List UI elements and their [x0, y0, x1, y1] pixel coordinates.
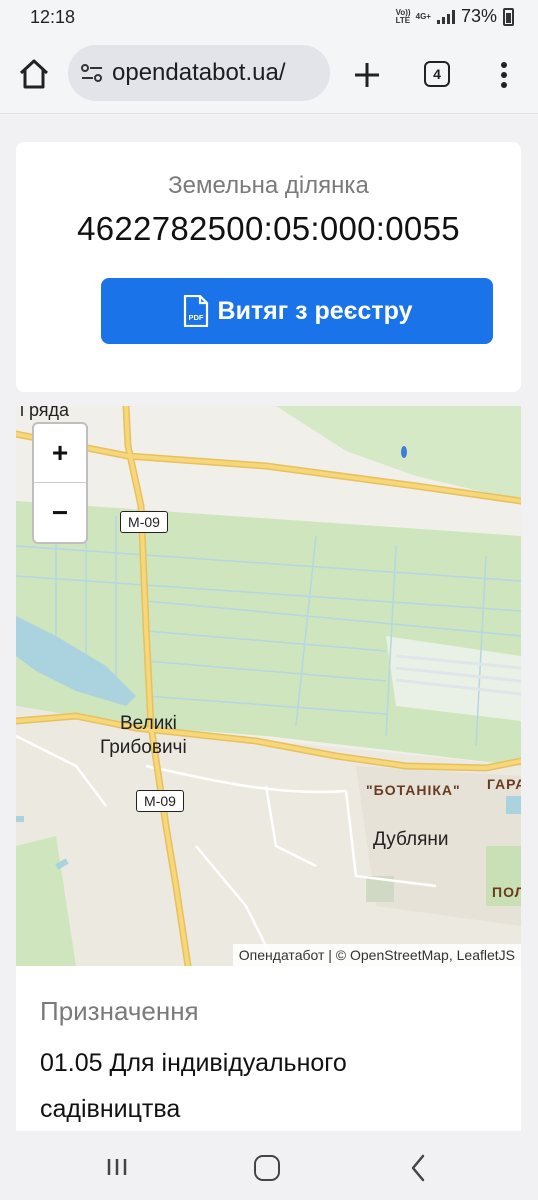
system-navigation-bar [0, 1131, 538, 1200]
map-label-town: Дубляни [373, 829, 449, 850]
zoom-control: + − [32, 422, 88, 544]
map-label-edge-2: ПОЛ [492, 884, 521, 900]
plus-icon [355, 63, 379, 87]
signal-icon [436, 9, 455, 24]
parcel-map[interactable]: + − і ряда M-09 Великі Грибовичі M-09 "Б… [16, 406, 521, 966]
battery-icon [503, 7, 514, 26]
status-bar: 12:18 Vo)) LTE 4G+ 73% [0, 0, 538, 36]
registry-extract-label: Витяг з реєстру [217, 296, 413, 325]
back-icon[interactable] [408, 1153, 428, 1183]
status-icons: Vo)) LTE 4G+ 73% [396, 6, 514, 27]
new-tab-button[interactable] [348, 56, 386, 94]
map-attribution[interactable]: Опендатабот | © OpenStreetMap, LeafletJS [232, 944, 521, 966]
purpose-section: Призначення 01.05 Для індивідуального са… [16, 966, 521, 1131]
home-button[interactable] [16, 56, 52, 92]
road-shield-m09-south: M-09 [136, 790, 184, 812]
purpose-title: Призначення [40, 996, 199, 1026]
url-text[interactable]: opendatabot.ua/ [112, 59, 286, 87]
status-time: 12:18 [30, 7, 76, 27]
map-label-top-left: і ряда [20, 406, 70, 420]
purpose-value: 01.05 Для індивідуального садівництва [40, 1049, 347, 1123]
parcel-subtitle: Земельна ділянка [168, 172, 369, 199]
battery-percent: 73% [460, 6, 497, 26]
pdf-icon-text: PDF [188, 313, 203, 322]
volte-indicator: Vo)) LTE [395, 7, 411, 25]
site-settings-icon[interactable] [80, 62, 104, 84]
network-type: 4G+ [415, 11, 431, 21]
cadastral-number: 4622782500:05:000:0055 [77, 210, 460, 247]
browser-menu-button[interactable] [492, 56, 516, 94]
zoom-in-button[interactable]: + [34, 424, 86, 483]
map-label-village-line2: Грибовичі [100, 737, 187, 758]
map-label-district: "БОТАНІКА" [366, 782, 461, 798]
pdf-file-icon: PDF [183, 295, 208, 327]
map-tiles[interactable] [16, 406, 521, 966]
map-label-village-line1: Великі [120, 713, 177, 734]
road-shield-m09-north: M-09 [120, 511, 168, 533]
browser-toolbar: opendatabot.ua/ 4 [0, 36, 538, 114]
system-home-icon[interactable] [254, 1155, 280, 1181]
home-icon [19, 59, 49, 89]
tab-switcher-button[interactable]: 4 [424, 61, 450, 87]
recent-apps-icon[interactable] [106, 1157, 128, 1177]
address-bar[interactable]: opendatabot.ua/ [68, 45, 330, 101]
registry-extract-button[interactable]: PDF Витяг з реєстру [101, 278, 493, 344]
more-vert-icon [501, 62, 507, 88]
land-parcel-card: Земельна ділянка 4622782500:05:000:0055 … [16, 142, 521, 392]
map-label-edge-1: ГАРА [487, 776, 521, 792]
zoom-out-button[interactable]: − [34, 483, 86, 542]
